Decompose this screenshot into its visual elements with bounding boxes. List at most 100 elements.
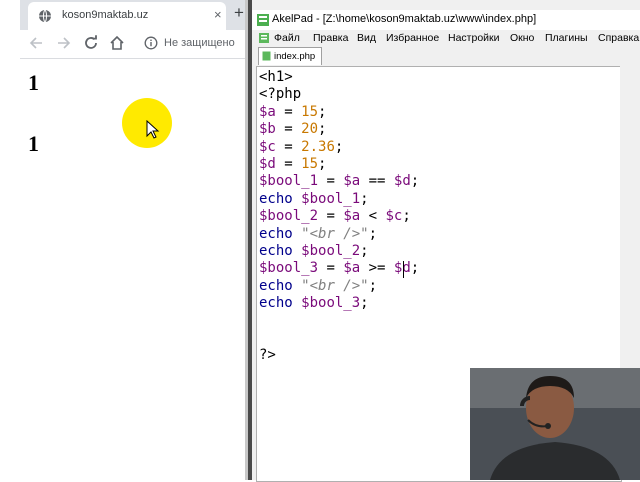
home-icon[interactable] [108,34,126,52]
new-tab-button[interactable]: + [234,3,244,23]
title-bar: AkelPad - [Z:\home\koson9maktab.uz\www\i… [252,10,640,30]
menu-help[interactable]: Справка [598,32,639,44]
code-token: $a [343,173,361,190]
code-token: ; [368,225,378,242]
code-token: ; [334,138,344,155]
arrow-left-icon[interactable] [28,34,46,52]
code-token: "<br />" [301,225,369,242]
code-token: echo [259,295,293,312]
code-token: $d [393,173,411,190]
code-token: = [318,260,344,277]
code-token: = [275,103,302,120]
code-token: <?php [259,86,302,103]
menu-settings[interactable]: Настройки [448,32,500,44]
code-line: <h1> [259,69,293,86]
code-line: $d = 15; [259,156,326,173]
code-line: $b = 20; [259,121,326,138]
window-title: AkelPad - [Z:\home\koson9maktab.uz\www\i… [272,13,537,25]
code-line: echo "<br />"; [259,226,377,243]
globe-icon [39,9,51,23]
tab-title: koson9maktab.uz [62,9,149,21]
code-line: $bool_1 = $a == $d; [259,173,419,190]
code-line: $bool_2 = $a < $c; [259,208,411,225]
code-token: echo [259,225,293,242]
document-icon [259,33,269,43]
menu-view[interactable]: Вид [357,32,376,44]
code-token: = [318,208,344,225]
code-token: echo [259,190,293,207]
menu-file[interactable]: Файл [274,32,300,44]
file-icon [262,51,271,61]
code-token: ; [410,260,420,277]
code-token: 20 [301,121,319,138]
code-token: $a [259,103,276,120]
code-token: ; [410,173,420,190]
mouse-pointer-icon [146,120,160,139]
code-token: <h1> [259,69,293,85]
code-token: $b [259,121,276,138]
code-token: 15 [301,103,319,120]
code-token: >= [360,260,394,277]
text-caret [403,261,404,278]
code-line: echo $bool_2; [259,243,369,260]
code-token: = [275,121,302,138]
menu-plugins[interactable]: Плагины [545,32,588,44]
code-line: $bool_3 = $a >= $d; [259,260,419,277]
code-line: echo $bool_3; [259,295,369,312]
code-token: $bool_1 [259,173,319,190]
code-token: ; [318,103,327,120]
code-token: echo [259,243,293,259]
code-line: <?php [259,86,301,103]
code-token: echo [259,277,293,294]
menu-favorites[interactable]: Избранное [386,32,439,44]
code-token: $bool_2 [301,243,361,259]
presenter-video [470,368,640,480]
arrow-right-icon[interactable] [54,34,72,52]
code-token: $bool_2 [259,208,319,225]
close-tab-icon[interactable]: × [214,7,222,22]
code-line: echo $bool_1; [259,191,369,208]
reload-icon[interactable] [82,34,100,52]
code-token: "<br />" [301,277,369,294]
code-token: = [275,156,302,172]
code-token: $bool_1 [301,190,361,207]
menu-bar: Файл Правка Вид Избранное Настройки Окно… [252,30,640,46]
code-token: == [360,173,394,190]
akelpad-icon [257,14,269,26]
code-token: = [275,138,302,155]
browser-tab[interactable]: koson9maktab.uz × [28,2,226,30]
code-token: ; [360,243,369,259]
code-token: = [318,173,344,190]
menu-edit[interactable]: Правка [313,32,348,44]
info-icon[interactable] [144,36,158,50]
file-tab[interactable]: index.php [258,47,322,65]
code-line: ?> [259,347,276,364]
file-tab-label: index.php [274,51,316,62]
code-token: $c [259,138,276,155]
code-token: $d [259,156,276,172]
menu-window[interactable]: Окно [510,32,534,44]
webcam-overlay [470,368,640,480]
code-token: 2.36 [301,138,335,155]
code-token: ; [368,277,378,294]
file-tab-bar: index.php [252,46,640,66]
code-token: ; [402,208,411,225]
code-line: $a = 15; [259,104,326,121]
code-token: $a [343,208,361,225]
code-token: 15 [301,156,319,172]
code-token: ; [360,295,369,312]
code-token: ; [360,190,369,207]
browser-tab-bar: koson9maktab.uz × + [20,0,248,30]
code-token: ; [318,121,327,138]
code-line: echo "<br />"; [259,278,377,295]
security-status-text[interactable]: Не защищено [164,37,235,49]
code-token: $bool_3 [259,260,319,277]
code-token: $bool_3 [301,295,361,312]
output-value-1: 1 [28,70,39,95]
browser-toolbar: Не защищено [20,30,248,59]
code-token: $a [343,260,361,277]
